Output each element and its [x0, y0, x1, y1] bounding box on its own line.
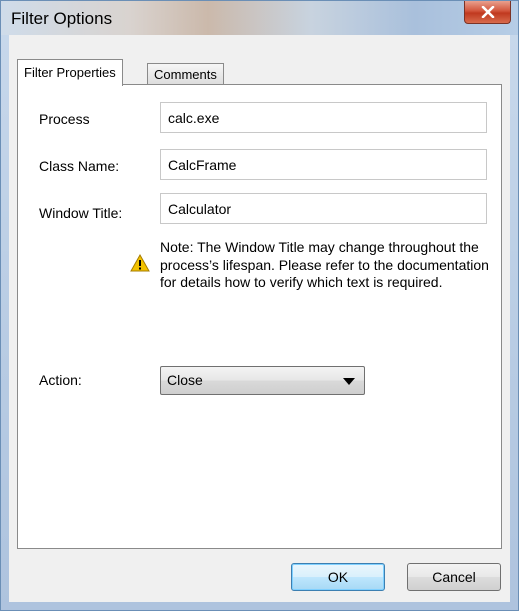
tab-label: Filter Properties	[24, 65, 116, 80]
close-button[interactable]	[464, 1, 511, 24]
process-input[interactable]	[160, 102, 487, 133]
warning-icon	[130, 254, 150, 272]
close-icon	[481, 6, 494, 18]
class-name-label: Class Name:	[39, 158, 120, 174]
action-label: Action:	[39, 372, 82, 388]
title-bar[interactable]: Filter Options	[1, 1, 518, 35]
action-selected-value: Close	[167, 372, 203, 388]
window-title-input[interactable]	[160, 193, 487, 224]
dialog-client-area: Filter Properties Comments Process Class…	[9, 35, 510, 602]
tab-label: Comments	[154, 67, 217, 82]
action-dropdown[interactable]: Close	[160, 366, 365, 395]
cancel-button[interactable]: Cancel	[407, 563, 501, 591]
tab-comments[interactable]: Comments	[147, 63, 224, 85]
window-title: Filter Options	[11, 9, 113, 28]
class-name-input[interactable]	[160, 149, 487, 180]
filter-properties-panel: Process Class Name: Window Title: Note: …	[17, 84, 502, 549]
dropdown-arrow-icon	[343, 378, 355, 385]
process-label: Process	[39, 111, 90, 127]
ok-button[interactable]: OK	[291, 563, 385, 591]
window-title-label: Window Title:	[39, 205, 123, 221]
filter-options-window: Filter Options Filter Properties Comment…	[0, 0, 519, 611]
window-title-note: Note: The Window Title may change throug…	[160, 239, 489, 290]
tab-filter-properties[interactable]: Filter Properties	[17, 59, 123, 86]
